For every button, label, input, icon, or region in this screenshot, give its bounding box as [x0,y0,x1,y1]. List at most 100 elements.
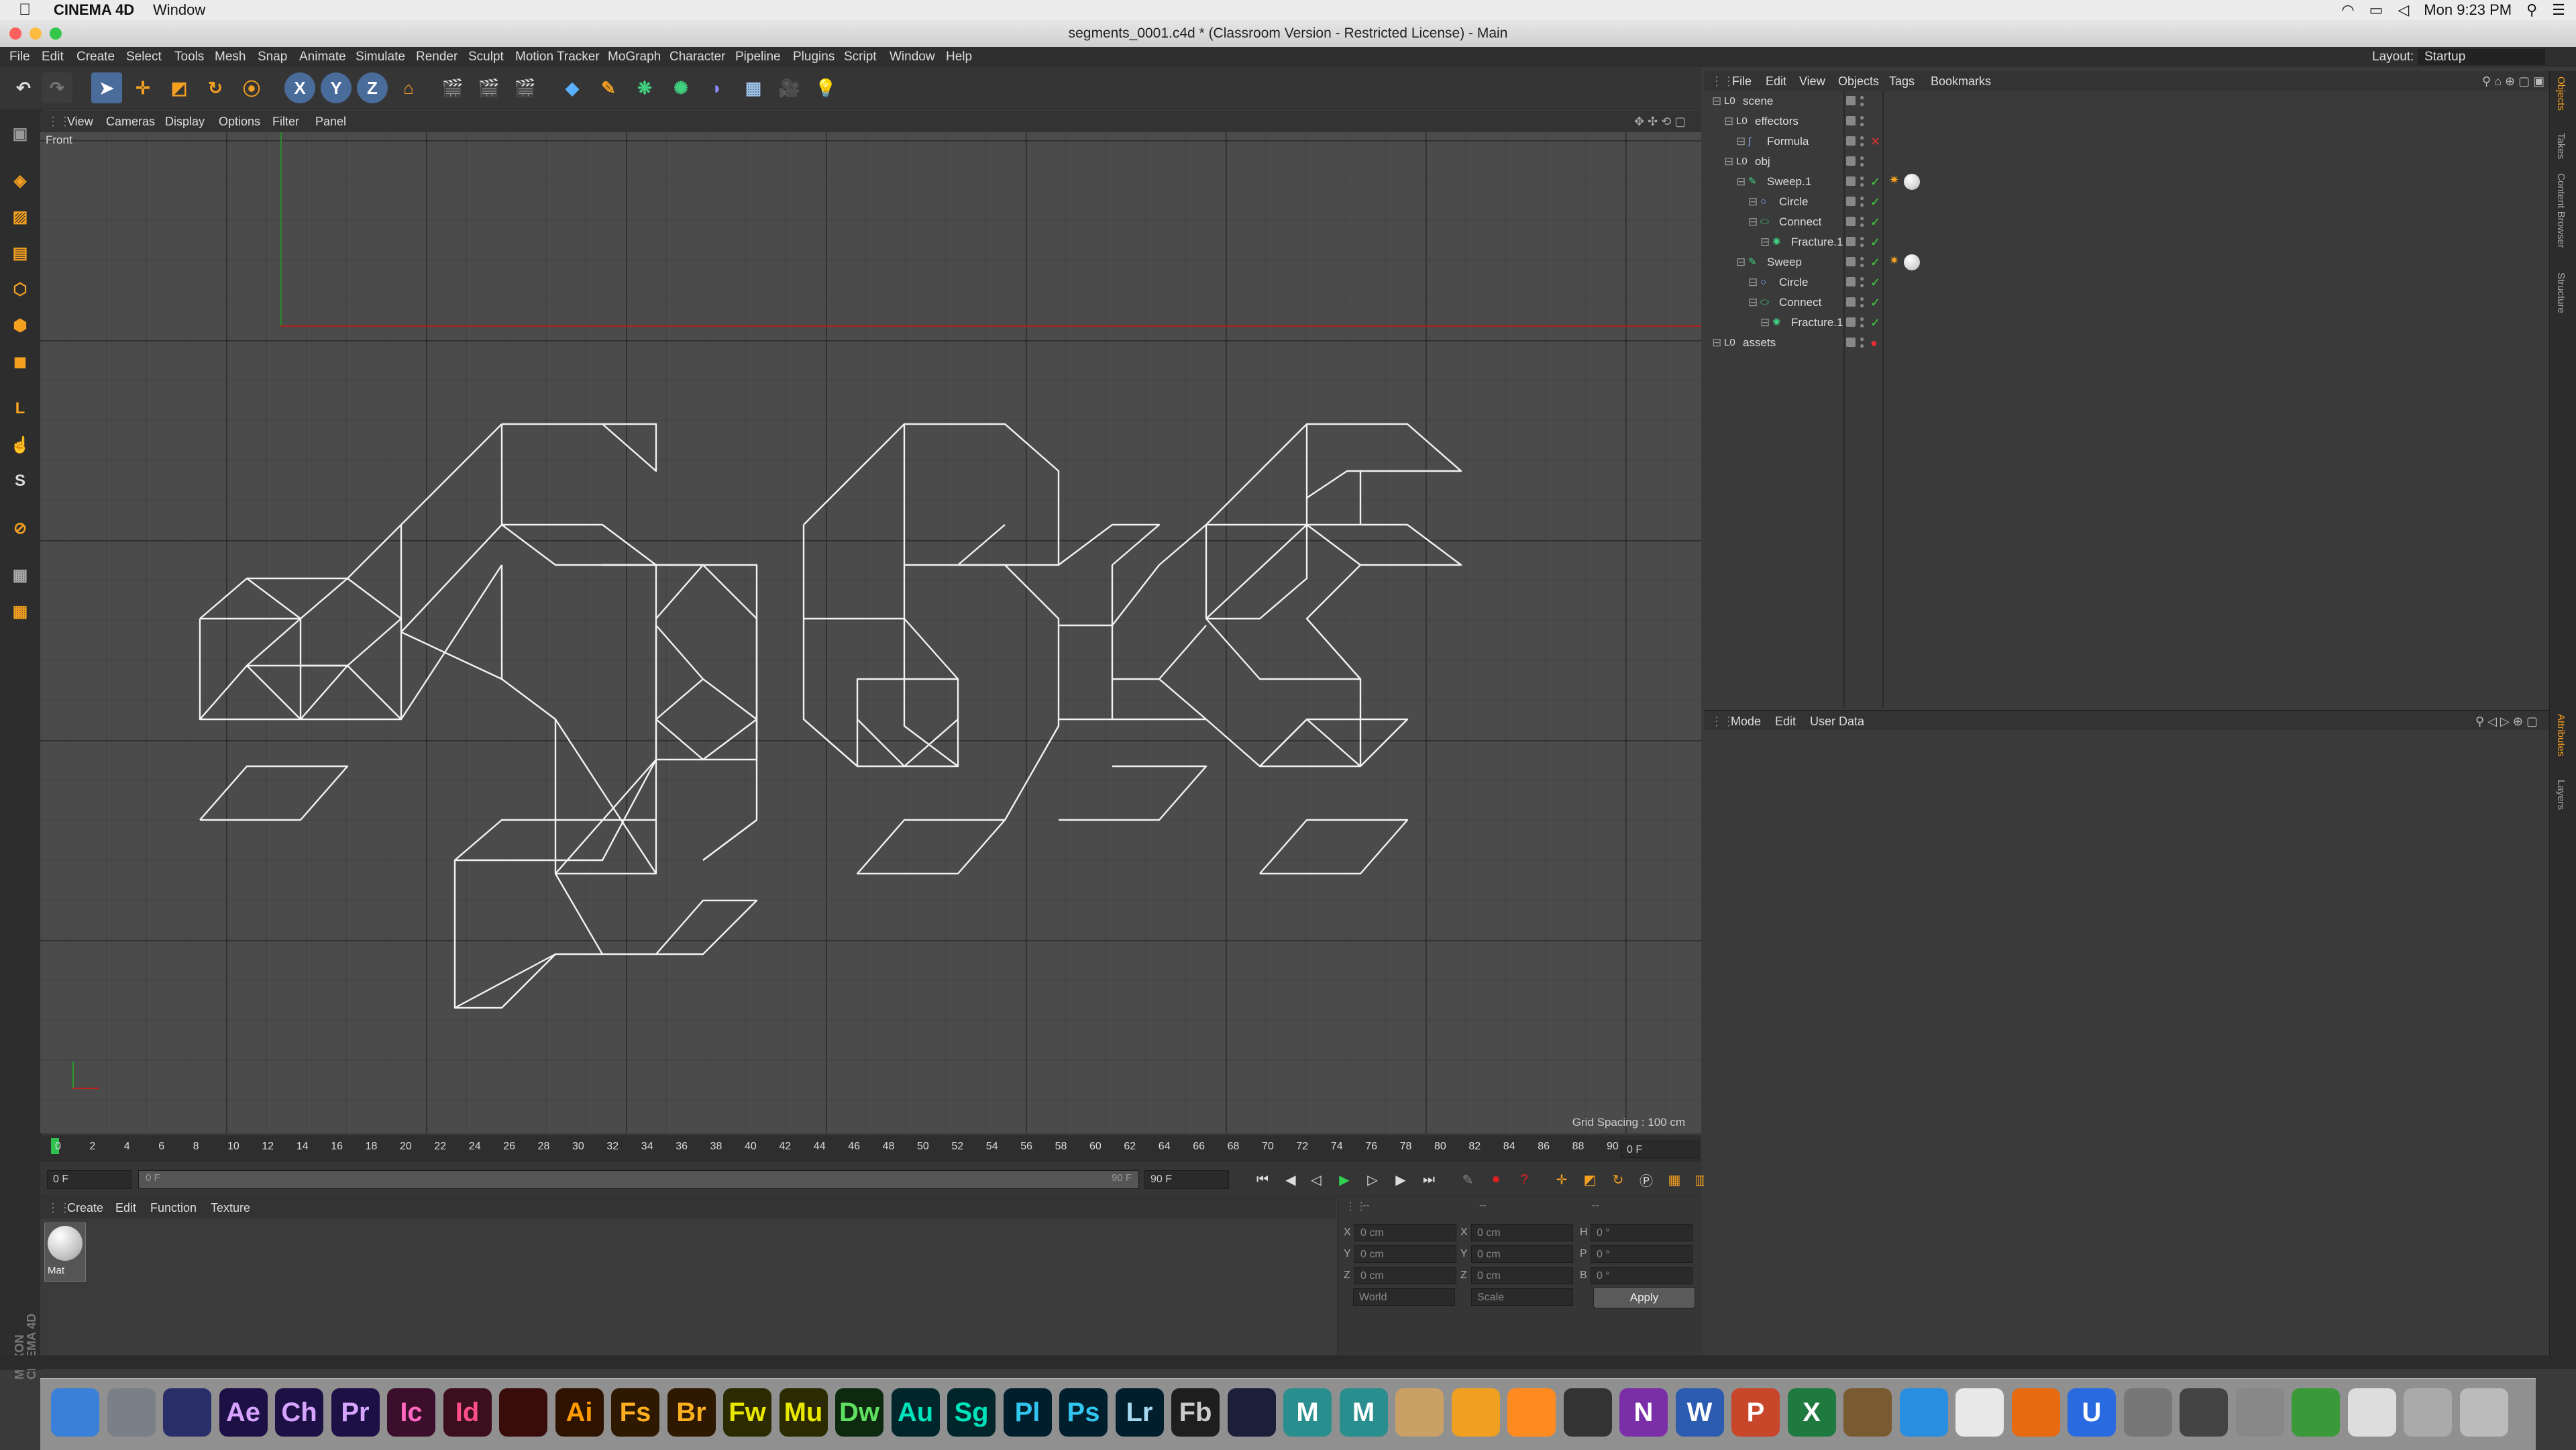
dock-app-icon[interactable] [2404,1388,2452,1437]
attribute-menu-mode[interactable]: Mode [1731,711,1761,731]
object-name[interactable]: Circle [1779,272,1808,293]
undo-icon[interactable]: ↶ [8,72,39,103]
dock-app-icon[interactable]: N [1619,1388,1668,1437]
dock-app-icon[interactable]: Fw [723,1388,771,1437]
menu-tools[interactable]: Tools [174,47,204,67]
object-status[interactable]: ✓ [1870,293,1880,313]
dock-app-icon[interactable] [1507,1388,1556,1437]
object-menu-tags[interactable]: Tags [1889,71,1915,91]
dock-app-icon[interactable] [1563,1388,1612,1437]
coord-position-field[interactable]: 0 cm [1354,1267,1456,1284]
expand-toggle-icon[interactable]: ⊟ [1748,212,1758,232]
coord-size-field[interactable]: 0 cm [1471,1267,1573,1284]
workplane-mode-icon[interactable]: ▤ [5,238,36,268]
tab-layers[interactable]: Layers [2555,780,2567,810]
play-icon[interactable]: ▶ [1334,1169,1355,1190]
dock-app-icon[interactable] [1843,1388,1892,1437]
viewport-menu-options[interactable]: Options [219,111,260,132]
expand-toggle-icon[interactable]: ⊟ [1748,192,1758,212]
object-name[interactable]: Connect [1779,212,1821,232]
axis-x-button[interactable]: X [284,72,315,103]
dock-app-icon[interactable]: W [1675,1388,1724,1437]
attribute-menu-user-data[interactable]: User Data [1810,711,1864,731]
object-row[interactable]: ⊟ L0 scene ● ● [1704,91,2549,111]
tab-takes[interactable]: Takes [2555,133,2567,159]
points-mode-icon[interactable]: ⬡ [5,274,36,305]
menu-window[interactable]: Window [890,47,935,67]
object-row[interactable]: ⊟ ⬭ Connect ● ● ✓ [1704,293,2549,313]
dock-app-icon[interactable]: Dw [835,1388,883,1437]
coord-size-field[interactable]: 0 cm [1471,1245,1573,1263]
visibility-dots[interactable]: ● ● [1860,154,1864,168]
material-menu-texture[interactable]: Texture [211,1197,250,1219]
visibility-dots[interactable]: ● ● [1860,254,1864,269]
spotlight-icon[interactable]: ⚲ [2526,0,2537,20]
dock-app-icon[interactable]: Ai [555,1388,604,1437]
menu-simulate[interactable]: Simulate [356,47,405,67]
menu-pipeline[interactable]: Pipeline [735,47,781,67]
dock-app-icon[interactable] [1955,1388,2004,1437]
visibility-dots[interactable]: ● ● [1860,335,1864,350]
solo-mode-icon[interactable]: ▦ [5,596,36,627]
dock-app-icon[interactable]: Sg [947,1388,996,1437]
render-view-icon[interactable]: 🎬 [437,72,468,103]
subdivision-icon[interactable]: ❋ [629,72,660,103]
material-menu-edit[interactable]: Edit [115,1197,136,1219]
material-tag-icon[interactable] [1904,254,1920,270]
viewport-menu-filter[interactable]: Filter [272,111,299,132]
expand-toggle-icon[interactable]: ⊟ [1712,91,1721,111]
layout-select[interactable]: Startup [2418,49,2545,65]
object-name[interactable]: Circle [1779,192,1808,212]
recent-tool-icon[interactable]: ⦿ [236,72,267,103]
expand-toggle-icon[interactable]: ⊟ [1736,252,1746,272]
expand-toggle-icon[interactable]: ⊟ [1760,232,1770,252]
layer-swatch[interactable] [1846,217,1856,226]
autokeying-icon[interactable]: ? [1513,1169,1535,1190]
scale-tool-icon[interactable]: ◩ [164,72,195,103]
coordinate-system-icon[interactable]: ⌂ [393,72,424,103]
pen-spline-icon[interactable]: ✎ [593,72,624,103]
start-frame-field[interactable]: 0 F [47,1170,131,1189]
end-frame-field[interactable]: 90 F [1144,1170,1229,1189]
phong-tag-icon[interactable]: ✷ [1889,173,1899,187]
step-back-icon[interactable]: ◁ [1305,1169,1327,1190]
move-select-icon[interactable]: ➤ [91,72,122,103]
tab-objects[interactable]: Objects [2555,76,2567,111]
previous-key-icon[interactable]: ◀ [1280,1169,1301,1190]
dock-app-icon[interactable]: Au [891,1388,940,1437]
coord-mode-scale[interactable]: Scale [1471,1288,1573,1306]
notification-icon[interactable]: ☰ [2552,0,2565,20]
rotate-tool-icon[interactable]: ↻ [200,72,231,103]
object-name[interactable]: assets [1743,333,1776,353]
object-row[interactable]: ⊟ ○ Circle ● ● ✓ [1704,272,2549,293]
current-frame-field[interactable]: 0 F [1621,1141,1699,1158]
viewport-front[interactable]: Front Grid Spacing: 100 cm [40,132,1701,1133]
menu-mograph[interactable]: MoGraph [608,47,661,67]
record-keys-icon[interactable]: ⏺ [1485,1169,1507,1190]
object-row[interactable]: ⊟ ✎ Sweep.1 ● ● ✓ [1704,172,2549,192]
dock-app-icon[interactable]: P [1731,1388,1780,1437]
dock-app-icon[interactable] [1451,1388,1500,1437]
key-position-icon[interactable]: ✛ [1551,1169,1572,1190]
timeline-ruler[interactable]: 0 2 4 6 8 10 12 14 16 18 20 22 24 26 28 30 32 34 36 38 40 42 4… [40,1135,1701,1162]
viewport-menu-view[interactable]: View [67,111,93,132]
key-scale-icon[interactable]: ◩ [1579,1169,1601,1190]
layer-swatch[interactable] [1846,338,1856,347]
material-menu-create[interactable]: Create [67,1197,103,1219]
zoom-window-icon[interactable] [50,28,62,40]
axis-z-button[interactable]: Z [357,72,388,103]
layer-swatch[interactable] [1846,116,1856,125]
layer-swatch[interactable] [1846,317,1856,327]
tweak-mode-icon[interactable]: ☝ [5,429,36,460]
panel-grip-icon[interactable]: ⋮⋮ [1711,71,1735,91]
coord-size-field[interactable]: 0 cm [1471,1224,1573,1241]
clock[interactable]: Mon 9:23 PM [2424,0,2512,20]
coord-position-field[interactable]: 0 cm [1354,1224,1456,1241]
deformer-icon[interactable]: ◗ [702,72,733,103]
menu-help[interactable]: Help [946,47,972,67]
object-menu-bookmarks[interactable]: Bookmarks [1931,71,1991,91]
object-row[interactable]: ⊟ ✺ Fracture.1 ● ● ✓ [1704,313,2549,333]
dock-app-icon[interactable]: Mu [779,1388,828,1437]
menu-script[interactable]: Script [844,47,877,67]
apple-icon[interactable]:  [19,0,31,20]
